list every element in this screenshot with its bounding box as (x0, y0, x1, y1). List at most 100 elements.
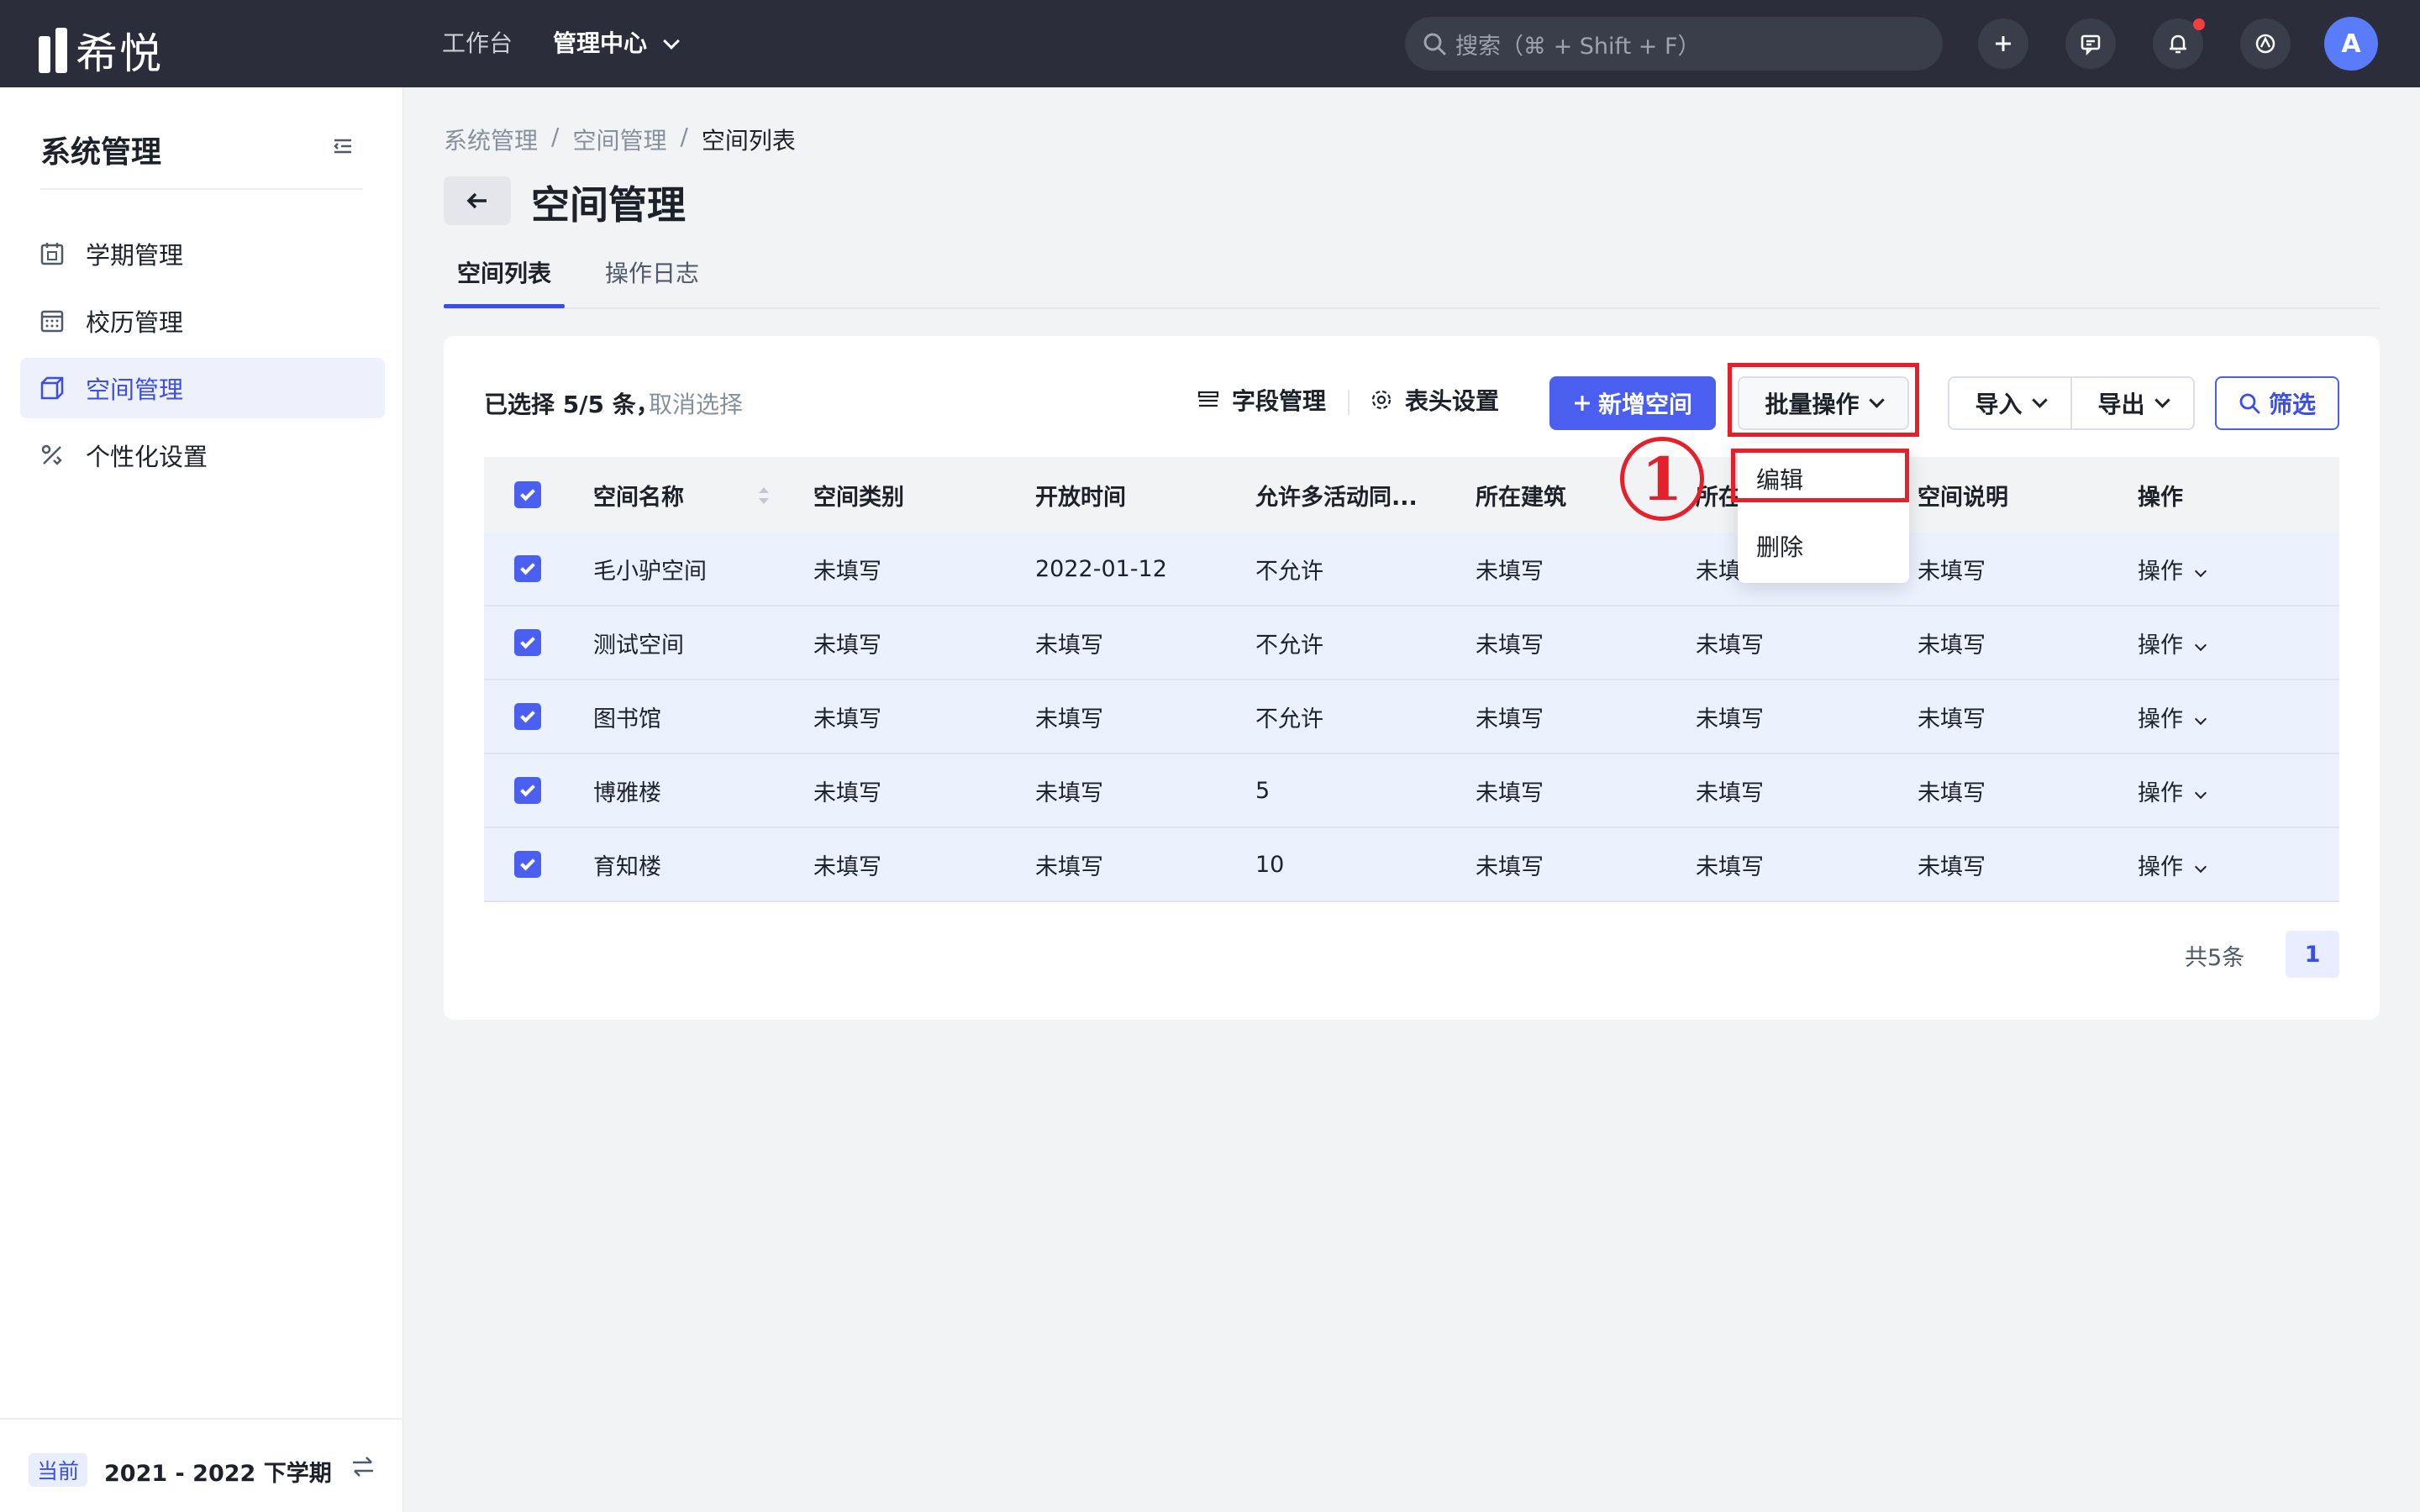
bell-icon (2170, 34, 2186, 54)
gear-icon (1371, 390, 1392, 410)
sidebar-item-school-calendar[interactable]: 校历管理 (20, 291, 385, 351)
add-space-button[interactable]: 新增空间 (1549, 376, 1716, 430)
row-checkbox[interactable] (514, 777, 541, 804)
field-manage-label: 字段管理 (1232, 387, 1327, 415)
column-header-type: 空间类别 (813, 484, 904, 511)
cell-type: 未填写 (813, 558, 881, 585)
row-checkbox[interactable] (514, 555, 541, 582)
sidebar: 系统管理 学期管理 校历管理 空间管理 个性化设置 当前 2021 - 2022… (0, 87, 403, 1512)
cell-description: 未填写 (1918, 706, 1986, 732)
toolbar-divider (1348, 390, 1349, 415)
cell-building: 未填写 (1476, 558, 1544, 585)
chevron-down-icon (2194, 786, 2207, 799)
grid-calendar-icon (40, 310, 64, 333)
field-manage-button[interactable]: 字段管理 (1197, 383, 1326, 417)
cancel-selection-link[interactable]: 取消选择 (649, 386, 743, 420)
tab-operation-log[interactable]: 操作日志 (605, 255, 699, 289)
highlight-edit-item (1731, 449, 1909, 502)
cell-name: 图书馆 (593, 706, 661, 732)
avatar[interactable]: A (2324, 17, 2378, 71)
import-button[interactable]: 导入 (1948, 376, 2072, 430)
cell-description: 未填写 (1918, 558, 1986, 585)
nav-workbench[interactable]: 工作台 (442, 25, 513, 59)
page-title: 空间管理 (531, 182, 686, 228)
sort-icon[interactable] (756, 484, 771, 511)
row-actions-dropdown[interactable]: 操作 (2138, 774, 2207, 807)
breadcrumb-separator: / (551, 123, 560, 150)
cell-type: 未填写 (813, 632, 881, 659)
table-row[interactable]: 图书馆 未填写 未填写 不允许 未填写 未填写 未填写 操作 (484, 680, 2339, 754)
term-selector: 当前 2021 - 2022 下学期 (0, 1418, 403, 1512)
chevron-down-icon (2154, 391, 2170, 408)
table-row[interactable]: 育知楼 未填写 未填写 10 未填写 未填写 未填写 操作 (484, 828, 2339, 902)
row-actions-label: 操作 (2138, 706, 2183, 732)
tab-space-list[interactable]: 空间列表 (457, 255, 551, 289)
menu-item-delete[interactable]: 删除 (1756, 529, 1803, 563)
row-checkbox[interactable] (514, 851, 541, 878)
column-header-name[interactable]: 空间名称 (593, 479, 684, 512)
search-input[interactable]: 搜索（⌘ + Shift + F） (1405, 17, 1943, 71)
collapse-sidebar-button[interactable] (331, 134, 355, 161)
cell-name: 博雅楼 (593, 780, 661, 806)
sidebar-title: 系统管理 (40, 135, 162, 170)
header-settings-button[interactable]: 表头设置 (1370, 383, 1499, 417)
column-header-multi-activity: 允许多活动同... (1255, 484, 1418, 511)
table-row[interactable]: 博雅楼 未填写 未填写 5 未填写 未填写 未填写 操作 (484, 754, 2339, 828)
highlight-batch-operation (1728, 363, 1919, 437)
table-row[interactable]: 测试空间 未填写 未填写 不允许 未填写 未填写 未填写 操作 (484, 606, 2339, 680)
chevron-down-icon (2194, 860, 2207, 873)
logo[interactable]: 希悦 (39, 20, 163, 81)
select-all-checkbox[interactable] (514, 481, 541, 508)
logo-icon (39, 28, 67, 73)
column-header-open-time: 开放时间 (1035, 484, 1126, 511)
export-button[interactable]: 导出 (2070, 376, 2195, 430)
cell-location: 未填写 (1696, 853, 1764, 880)
row-checkbox[interactable] (514, 629, 541, 656)
breadcrumb-separator: / (680, 123, 688, 150)
nav-admin-center[interactable]: 管理中心 (553, 25, 680, 59)
sidebar-item-space[interactable]: 空间管理 (20, 358, 385, 418)
cell-type: 未填写 (813, 853, 881, 880)
row-checkbox[interactable] (514, 703, 541, 730)
notification-dot (2193, 18, 2205, 30)
compass-icon (2255, 34, 2275, 54)
cell-location: 未填写 (1696, 632, 1764, 659)
add-space-label: 新增空间 (1597, 391, 1692, 418)
row-actions-label: 操作 (2138, 558, 2183, 585)
add-button[interactable] (1978, 18, 2028, 69)
apps-button[interactable] (2240, 18, 2291, 69)
row-actions-dropdown[interactable]: 操作 (2138, 848, 2207, 881)
filter-button[interactable]: 筛选 (2215, 376, 2339, 430)
tab-active-indicator (444, 304, 565, 308)
selection-count: 已选择 5/5 条， (484, 391, 660, 418)
switch-term-button[interactable] (350, 1453, 376, 1483)
chevron-down-icon (663, 33, 680, 50)
cell-building: 未填写 (1476, 853, 1544, 880)
column-header-building: 所在建筑 (1476, 484, 1566, 511)
cell-building: 未填写 (1476, 632, 1544, 659)
export-label: 导出 (2097, 391, 2145, 418)
row-actions-dropdown[interactable]: 操作 (2138, 553, 2207, 585)
cell-location: 未填写 (1696, 780, 1764, 806)
sidebar-item-semester[interactable]: 学期管理 (20, 223, 385, 284)
column-header-actions: 操作 (2138, 484, 2183, 511)
pagination-total: 共5条 (2185, 945, 2245, 971)
breadcrumb-space[interactable]: 空间管理 (572, 123, 666, 156)
sidebar-item-personalization[interactable]: 个性化设置 (20, 425, 385, 486)
breadcrumb-system[interactable]: 系统管理 (444, 123, 538, 156)
cell-multi-activity: 不允许 (1255, 632, 1323, 659)
filter-label: 筛选 (2268, 391, 2316, 418)
cell-description: 未填写 (1918, 632, 1986, 659)
table-row[interactable]: 毛小驴空间 未填写 2022-01-12 不允许 未填写 未填 未填写 操作 (484, 533, 2339, 606)
back-button[interactable] (444, 176, 511, 225)
cell-location: 未填写 (1696, 706, 1764, 732)
plus-icon (1574, 396, 1590, 411)
search-placeholder: 搜索（⌘ + Shift + F） (1455, 33, 1701, 60)
arrow-left-icon (466, 192, 487, 209)
messages-button[interactable] (2065, 18, 2116, 69)
nav-admin-center-label: 管理中心 (553, 29, 648, 57)
row-actions-dropdown[interactable]: 操作 (2138, 701, 2207, 733)
cell-type: 未填写 (813, 706, 881, 732)
pagination-page-1[interactable]: 1 (2286, 931, 2339, 978)
row-actions-dropdown[interactable]: 操作 (2138, 627, 2207, 659)
